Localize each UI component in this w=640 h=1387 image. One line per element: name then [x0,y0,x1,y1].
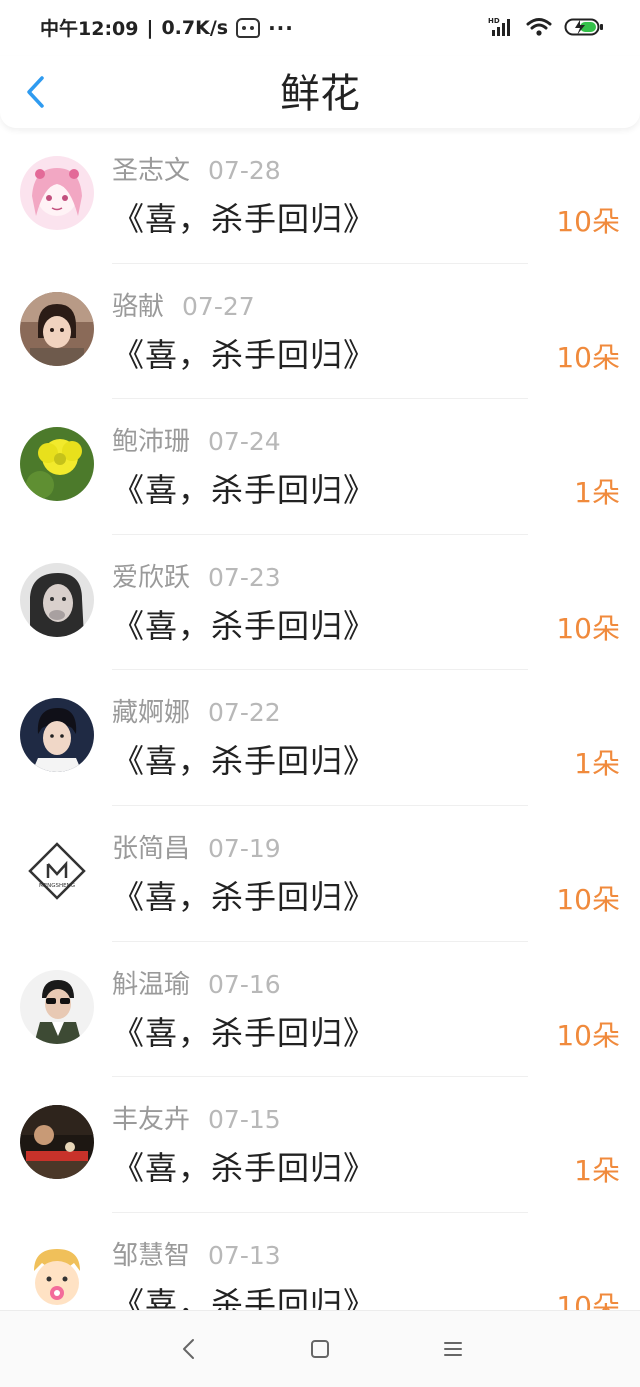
status-separator: | [146,16,154,39]
wifi-icon [526,18,552,36]
sender-line: 藏婀娜 07-22 [112,692,281,729]
sender-name: 丰友卉 [112,1105,191,1136]
yellow-flower-avatar-icon [20,427,94,502]
network-label: HD [488,17,500,25]
book-title: 《喜，杀手回归》 [112,335,377,374]
send-date: 07-16 [208,969,281,999]
book-title: 《喜，杀手回归》 [112,1013,377,1052]
sender-line: 斛温瑜 07-16 [112,964,281,1001]
list-item[interactable]: 爱欣跃 07-23 《喜，杀手回归》 10朵 [0,535,640,671]
send-date: 07-15 [208,1105,281,1135]
sender-line: 张简昌 07-19 [112,828,281,865]
flower-count: 10朵 [556,205,620,238]
book-title: 《喜，杀手回归》 [112,200,377,238]
sender-line: 丰友卉 07-15 [112,1099,281,1136]
send-date: 07-22 [208,698,281,728]
send-date: 07-23 [208,562,281,592]
system-nav-bar [0,1310,640,1387]
send-date: 07-19 [208,833,281,863]
sender-name: 斛温瑜 [112,969,191,1000]
flower-count: 1朵 [574,1154,620,1188]
signal-icon: HD [488,17,510,36]
anime-girl-avatar-icon [20,156,94,230]
man-sunglasses-avatar-icon [20,969,94,1044]
list-item[interactable]: 圣志文 07-28 《喜，杀手回归》 10朵 [0,128,640,264]
robot-icon [236,17,261,38]
sender-name: 骆献 [112,291,165,322]
sender-name: 鲍沛珊 [112,427,191,458]
sender-name: 圣志文 [112,156,191,186]
sender-name: 藏婀娜 [112,698,191,729]
sender-line: 爱欣跃 07-23 [112,557,281,594]
cartoon-baby-avatar-icon [20,1240,94,1310]
boy-photo-avatar-icon [20,698,94,773]
flower-list: 圣志文 07-28 《喜，杀手回归》 10朵 骆献 07-27 《喜，杀手回归》 1… [0,128,640,1310]
nav-menu-icon [444,1342,462,1356]
send-date: 07-27 [182,291,255,321]
dining-photo-avatar-icon [20,1105,94,1180]
book-title: 《喜，杀手回归》 [112,1149,377,1188]
list-item[interactable]: 斛温瑜 07-16 《喜，杀手回归》 10朵 [0,942,640,1078]
send-date: 07-28 [208,156,281,185]
child-photo-avatar-icon [20,291,94,366]
nav-menu-button[interactable] [433,1329,473,1369]
battery-icon [564,18,603,36]
avatar: MENGSHENG [20,833,94,908]
status-right: HD [488,16,604,38]
status-left: 中午12:09 | 0.7K/s ··· [40,14,294,41]
network-speed: 0.7K/s [161,16,229,39]
avatar [20,427,94,502]
header-bar: 鲜花 [0,56,640,128]
list-item[interactable]: 鲍沛珊 07-24 《喜，杀手回归》 1朵 [0,399,640,535]
list-item[interactable]: 骆献 07-27 《喜，杀手回归》 10朵 [0,264,640,400]
avatar [20,1240,94,1310]
flower-count: 10朵 [556,1289,620,1310]
flower-count: 1朵 [574,476,620,510]
send-date: 07-13 [208,1240,281,1270]
status-time: 中午12:09 [40,18,139,40]
mengsheng-logo-avatar-icon: MENGSHENG [20,833,94,908]
list-item[interactable]: 藏婀娜 07-22 《喜，杀手回归》 1朵 [0,670,640,806]
sender-name: 张简昌 [112,833,191,864]
list-item[interactable]: MENGSHENG 张简昌 07-19 《喜，杀手回归》 10朵 [0,806,640,942]
book-title: 《喜，杀手回归》 [112,1284,377,1310]
logo-text: MENGSHENG [39,883,75,889]
sender-name: 邹慧智 [112,1240,191,1271]
sender-line: 邹慧智 07-13 [112,1235,281,1272]
flower-count: 1朵 [574,747,620,781]
status-bar: 中午12:09 | 0.7K/s ··· HD [0,0,640,56]
book-title: 《喜，杀手回归》 [112,877,377,916]
flower-count: 10朵 [556,882,620,916]
flower-count: 10朵 [556,1018,620,1052]
avatar [20,156,94,230]
avatar [20,969,94,1044]
sender-name: 爱欣跃 [112,562,191,593]
list-item[interactable]: 丰友卉 07-15 《喜，杀手回归》 1朵 [0,1077,640,1213]
sender-line: 圣志文 07-28 [112,150,281,187]
nav-home-icon [311,1340,329,1358]
nav-back-button[interactable] [169,1329,209,1369]
book-title: 《喜，杀手回归》 [112,606,377,645]
nav-home-button[interactable] [300,1329,340,1369]
book-title: 《喜，杀手回归》 [112,742,377,781]
more-notifications-icon: ··· [268,15,294,40]
nav-back-icon [183,1339,194,1359]
send-date: 07-24 [208,427,281,457]
sender-line: 鲍沛珊 07-24 [112,421,281,458]
avatar [20,1105,94,1180]
flower-count: 10朵 [556,340,620,374]
woman-photo-avatar-icon [20,562,94,637]
sender-line: 骆献 07-27 [112,286,255,323]
flower-count: 10朵 [556,611,620,645]
avatar [20,291,94,366]
page-title: 鲜花 [280,71,360,117]
book-title: 《喜，杀手回归》 [112,471,377,510]
avatar [20,562,94,637]
avatar [20,698,94,773]
list-item[interactable]: 邹慧智 07-13 《喜，杀手回归》 10朵 [0,1213,640,1310]
